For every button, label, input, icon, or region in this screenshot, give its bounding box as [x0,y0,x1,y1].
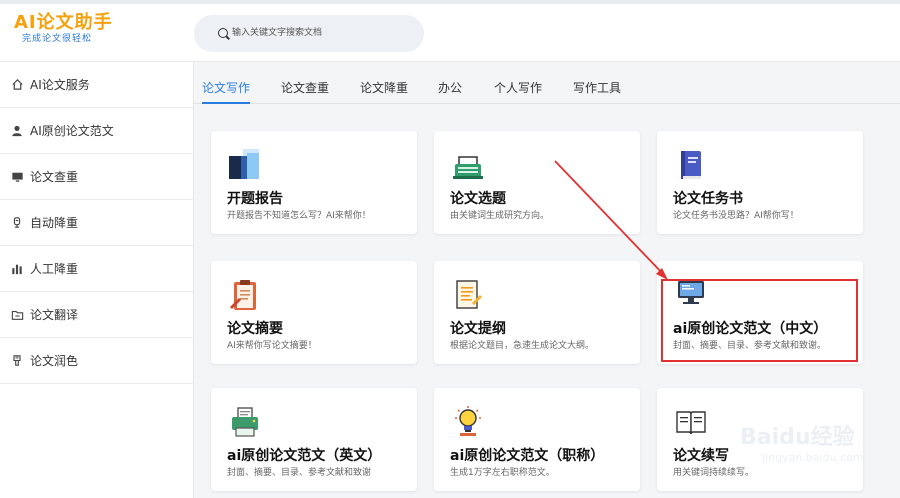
user-icon [10,124,24,138]
category-tabs: 论文写作 论文查重 论文降重 办公 个人写作 写作工具 [194,62,900,104]
card-task-book[interactable]: 论文任务书 论文任务书没思路？AI帮你写！ [657,131,863,234]
report-icon [227,147,263,183]
clipboard-icon [227,277,263,313]
sidebar: AI论文服务 AI原创论文范文 论文查重 自动降重 人工降重 论文翻译 论文润色 [0,62,194,498]
card-abstract[interactable]: 论文摘要 AI来帮你写论文摘要！ [211,261,417,364]
card-title: 论文提纲 [450,321,506,337]
tab-label: 论文降重 [360,81,409,95]
search-box[interactable] [194,15,424,52]
search-input[interactable] [232,24,412,42]
sidebar-item-translation[interactable]: 论文翻译 [0,292,193,338]
card-title: 开题报告 [227,191,283,207]
sidebar-item-label: AI论文服务 [30,78,90,92]
card-title: 论文任务书 [673,191,743,207]
card-title: 论文摘要 [227,321,283,337]
card-outline[interactable]: 论文提纲 根据论文题目，急速生成论文大纲。 [434,261,640,364]
bar-chart-icon [10,262,24,276]
tab-personal-writing[interactable]: 个人写作 [494,79,542,96]
logo-title: AI论文助手 [14,12,113,33]
lightbulb-icon [450,404,486,440]
card-description: 由关键词生成研究方向。 [450,211,550,221]
card-description: 开题报告不知道怎么写？AI来帮你！ [227,211,371,221]
sidebar-item-plagiarism-check[interactable]: 论文查重 [0,154,193,200]
card-opening-report[interactable]: 开题报告 开题报告不知道怎么写？AI来帮你！ [211,131,417,234]
top-bar: AI论文助手 完成论文很轻松 [0,0,900,62]
highlight-box [661,279,858,362]
card-title: 论文选题 [450,191,506,207]
app-logo[interactable]: AI论文助手 完成论文很轻松 [14,13,164,45]
tab-label: 论文查重 [281,81,330,95]
tab-thesis-writing[interactable]: 论文写作 [202,79,251,104]
tab-label: 写作工具 [573,81,622,95]
folder-icon [10,308,24,322]
sidebar-item-label: AI原创论文范文 [30,124,114,138]
monitor-icon [10,170,24,184]
tab-office[interactable]: 办公 [438,79,462,96]
brush-icon [10,354,24,368]
card-description: 用关键词持续续写。 [673,468,755,478]
sidebar-item-label: 论文翻译 [30,308,79,322]
tab-label: 个人写作 [494,81,543,95]
tab-writing-tools[interactable]: 写作工具 [573,79,621,96]
sidebar-item-label: 论文润色 [30,354,79,368]
card-description: 根据论文题目，急速生成论文大纲。 [450,341,595,351]
robot-icon [10,216,24,230]
logo-subtitle: 完成论文很轻松 [22,34,93,44]
sidebar-item-auto-rewrite[interactable]: 自动降重 [0,200,193,246]
card-description: 封面、摘要、目录、参考文献和致谢 [227,468,372,478]
book-icon [673,147,709,183]
tab-label: 论文写作 [202,81,251,95]
typewriter-icon [450,147,486,183]
sidebar-item-ai-service[interactable]: AI论文服务 [0,62,193,108]
outline-icon [450,277,486,313]
tab-rewrite[interactable]: 论文降重 [360,79,408,96]
card-continuation[interactable]: 论文续写 用关键词持续续写。 [657,388,863,491]
open-book-icon [673,404,709,440]
card-ai-original-english[interactable]: ai原创论文范文（英文） 封面、摘要、目录、参考文献和致谢 [211,388,417,491]
card-title: ai原创论文范文（英文） [227,448,382,464]
tab-plagiarism-check[interactable]: 论文查重 [281,79,329,96]
search-icon[interactable] [218,28,228,38]
home-icon [10,78,24,92]
card-ai-original-professional[interactable]: ai原创论文范文（职称） 生成1万字左右职称范文。 [434,388,640,491]
printer-icon [227,404,263,440]
card-description: 生成1万字左右职称范文。 [450,468,555,478]
card-title: ai原创论文范文（职称） [450,448,605,464]
sidebar-item-label: 人工降重 [30,262,79,276]
sidebar-item-ai-original[interactable]: AI原创论文范文 [0,108,193,154]
sidebar-item-polish[interactable]: 论文润色 [0,338,193,384]
top-border [0,0,900,4]
card-description: 论文任务书没思路？AI帮你写！ [673,211,799,221]
card-description: AI来帮你写论文摘要！ [227,341,317,351]
tab-label: 办公 [438,81,463,95]
sidebar-item-label: 论文查重 [30,170,79,184]
sidebar-item-label: 自动降重 [30,216,79,230]
sidebar-item-manual-rewrite[interactable]: 人工降重 [0,246,193,292]
active-tab-indicator [202,102,251,104]
card-title: 论文续写 [673,448,729,464]
card-topic-selection[interactable]: 论文选题 由关键词生成研究方向。 [434,131,640,234]
